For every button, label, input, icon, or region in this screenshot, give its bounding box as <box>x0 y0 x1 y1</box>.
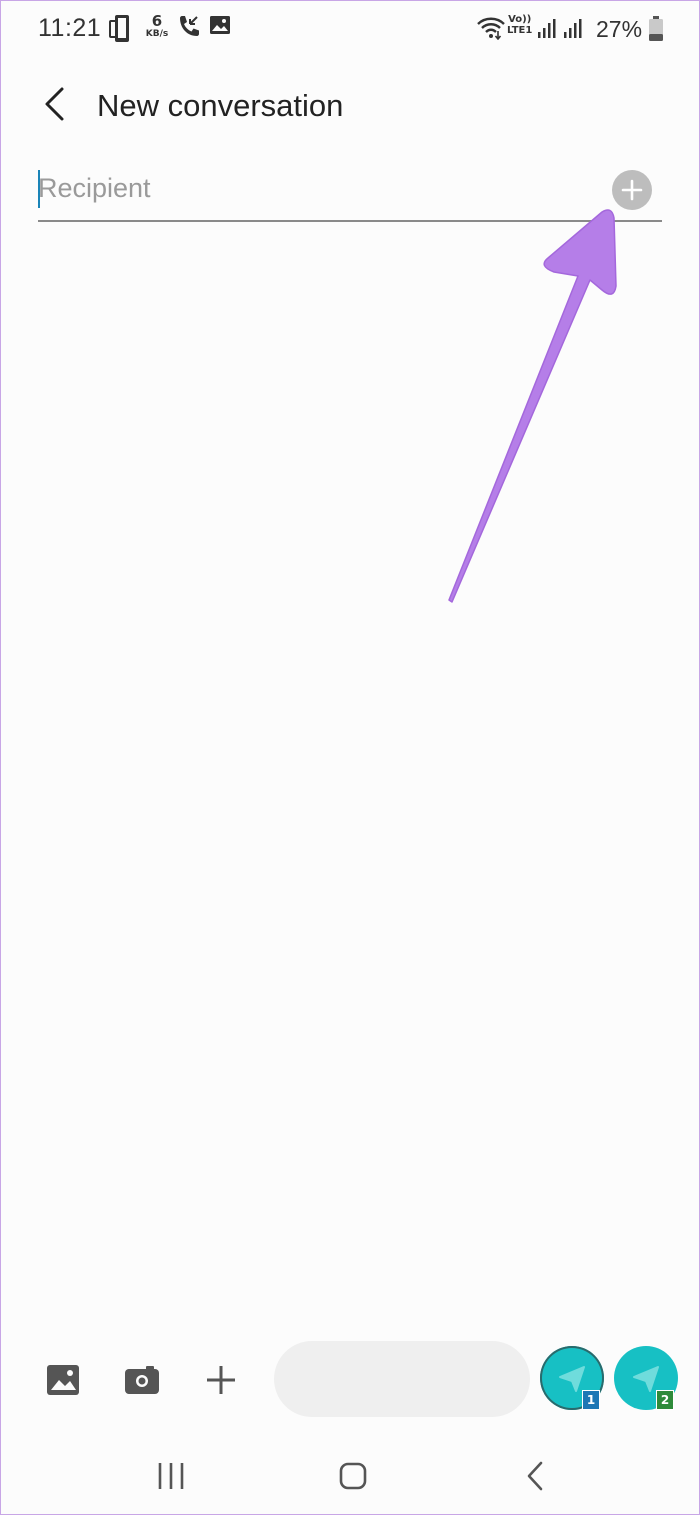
send-sim2-button[interactable]: 2 <box>614 1346 678 1410</box>
send-sim1-button[interactable]: 1 <box>540 1346 604 1410</box>
home-icon <box>339 1462 367 1490</box>
back-icon <box>527 1461 543 1491</box>
camera-icon <box>125 1366 159 1394</box>
more-attachments-button[interactable] <box>201 1360 241 1400</box>
recent-apps-button[interactable] <box>146 1454 196 1498</box>
sim1-badge: 1 <box>582 1390 600 1410</box>
message-input[interactable] <box>298 1361 512 1399</box>
gallery-icon <box>47 1365 79 1395</box>
recent-apps-icon <box>158 1463 184 1489</box>
message-field[interactable] <box>274 1341 530 1417</box>
plus-icon <box>207 1366 235 1394</box>
annotation-arrow <box>448 209 617 603</box>
sim2-badge: 2 <box>656 1390 674 1410</box>
message-composer: 1 2 <box>0 1336 700 1426</box>
camera-button[interactable] <box>122 1360 162 1400</box>
home-button[interactable] <box>328 1454 378 1498</box>
navigation-bar <box>0 1440 700 1510</box>
attach-image-button[interactable] <box>43 1360 83 1400</box>
nav-back-button[interactable] <box>510 1454 560 1498</box>
